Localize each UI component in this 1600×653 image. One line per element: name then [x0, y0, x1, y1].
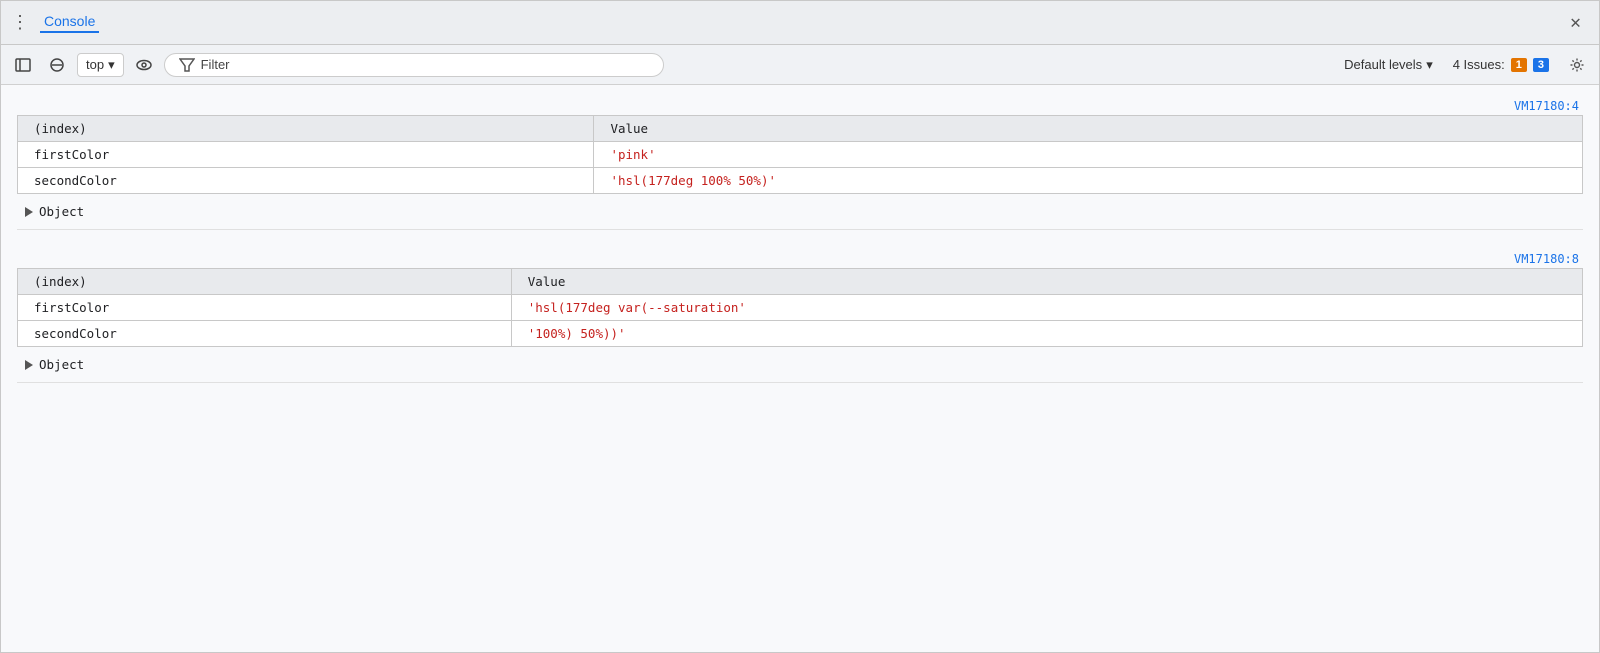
table-row: firstColor 'pink' [18, 142, 1583, 168]
console-table-1: (index) Value firstColor 'pink' secondCo… [17, 115, 1583, 194]
issues-label: 4 Issues: [1453, 57, 1505, 72]
clear-icon [49, 57, 65, 73]
warning-icon: 1 [1511, 58, 1527, 72]
settings-button[interactable] [1563, 51, 1591, 79]
default-levels-arrow-icon: ▾ [1426, 57, 1433, 73]
chevron-down-icon: ▾ [108, 57, 115, 73]
default-levels-label: Default levels [1344, 57, 1422, 72]
close-button[interactable]: ✕ [1562, 8, 1589, 37]
table-cell-index: firstColor [18, 295, 512, 321]
filter-label: Filter [201, 57, 230, 72]
table-cell-index: firstColor [18, 142, 594, 168]
log-entry-1: VM17180:4 (index) Value firstColor 'pink… [17, 93, 1583, 230]
context-label: top [86, 57, 104, 72]
issues-badge[interactable]: 4 Issues: 1 3 [1445, 54, 1557, 75]
filter-input[interactable]: Filter [164, 53, 664, 77]
table-row: firstColor 'hsl(177deg var(--saturation' [18, 295, 1583, 321]
eye-icon [136, 57, 152, 73]
table-cell-value: 'pink' [594, 142, 1583, 168]
console-content: VM17180:4 (index) Value firstColor 'pink… [1, 85, 1599, 652]
info-icon: 3 [1533, 58, 1549, 72]
menu-dots-icon[interactable]: ⋮ [11, 12, 28, 33]
object-label: Object [39, 357, 84, 372]
table-header-value: Value [511, 269, 1582, 295]
devtools-window: ⋮ Console ✕ top ▾ [0, 0, 1600, 653]
object-row-2[interactable]: Object [17, 351, 1583, 378]
title-bar: ⋮ Console ✕ [1, 1, 1599, 45]
table-cell-index: secondColor [18, 168, 594, 194]
context-dropdown[interactable]: top ▾ [77, 53, 124, 77]
expand-triangle-icon [25, 207, 33, 217]
expand-triangle-icon [25, 360, 33, 370]
default-levels-dropdown[interactable]: Default levels ▾ [1338, 54, 1439, 76]
console-tab[interactable]: Console [40, 13, 99, 33]
table-cell-value: 'hsl(177deg 100% 50%)' [594, 168, 1583, 194]
table-row: secondColor 'hsl(177deg 100% 50%)' [18, 168, 1583, 194]
toolbar: top ▾ Filter Default levels ▾ 4 Issues: [1, 45, 1599, 85]
table-header-value: Value [594, 116, 1583, 142]
clear-console-button[interactable] [43, 51, 71, 79]
table-header-index: (index) [18, 269, 512, 295]
sidebar-toggle-button[interactable] [9, 51, 37, 79]
table-row: secondColor '100%) 50%))' [18, 321, 1583, 347]
live-expressions-button[interactable] [130, 51, 158, 79]
console-table-2: (index) Value firstColor 'hsl(177deg var… [17, 268, 1583, 347]
vm-link-1[interactable]: VM17180:4 [17, 97, 1583, 115]
sidebar-icon [15, 57, 31, 73]
log-entry-2: VM17180:8 (index) Value firstColor 'hsl(… [17, 246, 1583, 383]
vm-link-2[interactable]: VM17180:8 [17, 250, 1583, 268]
filter-icon [179, 57, 195, 73]
table-cell-value: 'hsl(177deg var(--saturation' [511, 295, 1582, 321]
object-row-1[interactable]: Object [17, 198, 1583, 225]
table-cell-index: secondColor [18, 321, 512, 347]
table-cell-value: '100%) 50%))' [511, 321, 1582, 347]
entry-separator [17, 230, 1583, 246]
gear-icon [1569, 57, 1585, 73]
table-header-index: (index) [18, 116, 594, 142]
object-label: Object [39, 204, 84, 219]
